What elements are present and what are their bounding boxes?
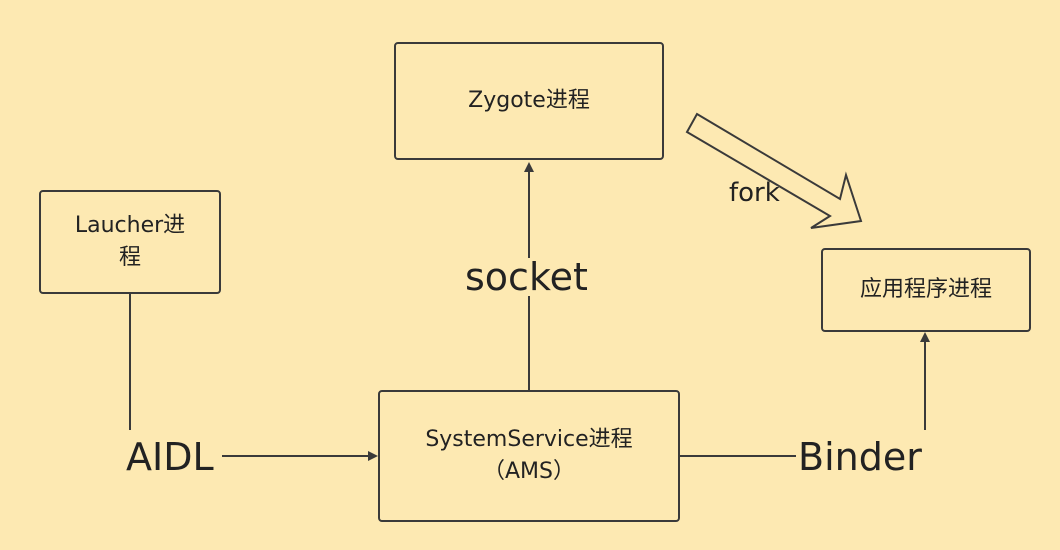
aidl-label: AIDL (126, 435, 214, 479)
zygote-process-box: Zygote进程 (394, 42, 664, 160)
fork-arrow (685, 112, 863, 229)
diagram-canvas: Zygote进程 Laucher进 程 应用程序进程 SystemService… (0, 0, 1060, 550)
systemservice-process-box: SystemService进程 （AMS） (378, 390, 680, 522)
app-process-box: 应用程序进程 (821, 248, 1031, 332)
app-process-label: 应用程序进程 (859, 277, 992, 303)
fork-label: fork (729, 178, 780, 208)
systemservice-process-label-line2: （AMS） (483, 459, 575, 484)
socket-label: socket (465, 255, 588, 299)
launcher-process-label-line1: Laucher进 (74, 213, 186, 239)
launcher-process-label-line2: 程 (118, 245, 141, 270)
launcher-process-box: Laucher进 程 (39, 190, 221, 294)
binder-label: Binder (798, 435, 922, 479)
systemservice-process-label-line1: SystemService进程 (425, 427, 633, 453)
zygote-process-label: Zygote进程 (468, 88, 590, 114)
